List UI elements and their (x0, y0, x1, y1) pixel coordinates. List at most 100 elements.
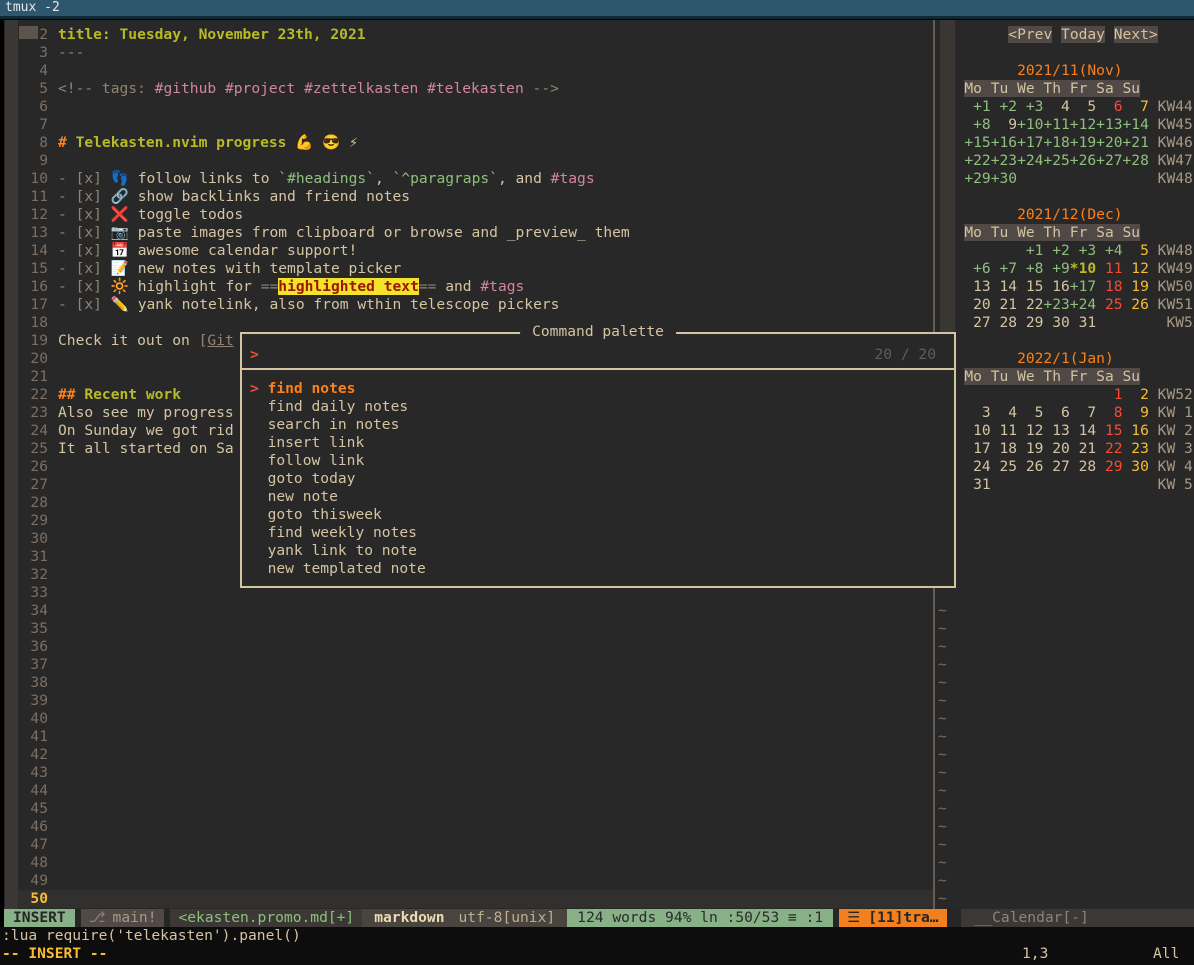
calendar-day[interactable]: 2 (1123, 386, 1149, 403)
calendar-day[interactable]: 20 (1043, 440, 1069, 457)
calendar-day[interactable]: 20 (964, 296, 990, 313)
calendar-day[interactable]: +2 (1043, 242, 1069, 259)
calendar-day[interactable]: 4 (991, 404, 1017, 421)
calendar-day[interactable]: +29 (964, 170, 990, 187)
calendar-day[interactable]: +15 (964, 134, 990, 151)
calendar-day[interactable]: 24 (964, 458, 990, 475)
calendar-day[interactable]: 16 (1043, 278, 1069, 295)
editor-line[interactable]: 6 (18, 98, 933, 116)
palette-item[interactable]: goto thisweek (250, 506, 954, 524)
calendar-day[interactable]: +21 (1123, 134, 1149, 151)
palette-item[interactable]: > find notes (250, 380, 954, 398)
editor-line[interactable]: 38 (18, 674, 933, 692)
calendar-day[interactable]: 4 (1043, 98, 1069, 115)
calendar-day[interactable]: +11 (1043, 116, 1069, 133)
calendar-day[interactable]: 25 (991, 458, 1017, 475)
palette-prompt-input[interactable]: > 20 / 20 (242, 334, 954, 370)
calendar-day[interactable]: +17 (1070, 278, 1096, 295)
editor-line[interactable]: 10- [x] 👣 follow links to `#headings`, `… (18, 170, 933, 188)
editor-line[interactable]: 4 (18, 62, 933, 80)
calendar-day[interactable]: 5 (1070, 98, 1096, 115)
palette-item[interactable]: goto today (250, 470, 954, 488)
calendar-day[interactable]: 26 (1017, 458, 1043, 475)
editor-line[interactable]: 34 (18, 602, 933, 620)
calendar-day[interactable]: +24 (1017, 152, 1043, 169)
calendar-day[interactable]: 14 (991, 278, 1017, 295)
calendar-day[interactable]: 31 (964, 476, 990, 493)
palette-item[interactable]: yank link to note (250, 542, 954, 560)
calendar-day[interactable]: 22 (1017, 296, 1043, 313)
calendar-day[interactable]: 7 (1070, 404, 1096, 421)
calendar-day[interactable]: +28 (1123, 152, 1149, 169)
calendar-day[interactable]: 30 (1043, 314, 1069, 331)
calendar-day[interactable]: 19 (1017, 440, 1043, 457)
editor-line[interactable]: 43 (18, 764, 933, 782)
calendar-day[interactable]: +10 (1017, 116, 1043, 133)
filename-segment[interactable]: <ekasten.promo.md[+] (170, 909, 362, 927)
calendar-day[interactable]: 29 (1096, 458, 1122, 475)
calendar-day[interactable]: 27 (1043, 458, 1069, 475)
github-link[interactable]: Git (207, 332, 233, 349)
calendar-day[interactable]: 17 (964, 440, 990, 457)
calendar-day[interactable]: +26 (1070, 152, 1096, 169)
calendar-day[interactable]: 22 (1096, 440, 1122, 457)
calendar-day[interactable]: +2 (991, 98, 1017, 115)
palette-item[interactable]: new note (250, 488, 954, 506)
calendar-day[interactable]: +3 (1070, 242, 1096, 259)
editor-line[interactable]: 12- [x] ❌ toggle todos (18, 206, 933, 224)
calendar-day[interactable]: 8 (1096, 404, 1122, 421)
calendar-day[interactable]: 12 (1123, 260, 1149, 277)
calendar-day[interactable]: 1 (1096, 386, 1122, 403)
editor-line[interactable]: 46 (18, 818, 933, 836)
calendar-day[interactable]: 15 (1096, 422, 1122, 439)
editor-line[interactable]: 39 (18, 692, 933, 710)
calendar-day[interactable]: +8 (1017, 260, 1043, 277)
palette-item[interactable]: follow link (250, 452, 954, 470)
editor-line[interactable]: 2title: Tuesday, November 23th, 2021 (18, 26, 933, 44)
editor-line[interactable]: 3--- (18, 44, 933, 62)
editor-line[interactable]: 41 (18, 728, 933, 746)
calendar-day[interactable]: 25 (1096, 296, 1122, 313)
palette-item[interactable]: find weekly notes (250, 524, 954, 542)
calendar-day[interactable]: +9 (1043, 260, 1069, 277)
calendar-day[interactable]: +24 (1070, 296, 1096, 313)
prev-button[interactable]: <Prev (1008, 26, 1052, 43)
calendar-day[interactable]: 27 (964, 314, 990, 331)
editor-line[interactable]: 9 (18, 152, 933, 170)
editor-line[interactable]: 7 (18, 116, 933, 134)
calendar-day[interactable]: 21 (991, 296, 1017, 313)
editor-line[interactable]: 50 (18, 890, 933, 908)
editor-line[interactable]: 5<!-- tags: #github #project #zettelkast… (18, 80, 933, 98)
calendar-day[interactable]: +23 (991, 152, 1017, 169)
calendar-day[interactable]: 29 (1017, 314, 1043, 331)
calendar-day[interactable]: 28 (991, 314, 1017, 331)
calendar-day[interactable]: 16 (1123, 422, 1149, 439)
calendar-day[interactable]: 9 (1123, 404, 1149, 421)
calendar-day[interactable]: +17 (1017, 134, 1043, 151)
calendar-day[interactable]: 5 (1017, 404, 1043, 421)
calendar-day[interactable]: 6 (1043, 404, 1069, 421)
calendar-day[interactable]: 11 (991, 422, 1017, 439)
git-branch-segment[interactable]: ⎇main! (81, 909, 165, 927)
calendar-day[interactable]: 18 (991, 440, 1017, 457)
editor-line[interactable]: 15- [x] 📝 new notes with template picker (18, 260, 933, 278)
editor-line[interactable]: 8# Telekasten.nvim progress 💪 😎 ⚡ (18, 134, 933, 152)
calendar-day[interactable]: +27 (1096, 152, 1122, 169)
editor-line[interactable]: 16- [x] 🔆 highlight for ==highlighted te… (18, 278, 933, 296)
calendar-day[interactable]: 15 (1017, 278, 1043, 295)
editor-line[interactable]: 36 (18, 638, 933, 656)
calendar-day[interactable]: +14 (1123, 116, 1149, 133)
next-button[interactable]: Next> (1114, 26, 1158, 43)
calendar-day[interactable]: 31 (1070, 314, 1096, 331)
calendar-day[interactable]: 13 (964, 278, 990, 295)
palette-item[interactable]: new templated note (250, 560, 954, 578)
calendar-day[interactable]: +16 (991, 134, 1017, 151)
palette-item[interactable]: search in notes (250, 416, 954, 434)
calendar-day[interactable]: +6 (964, 260, 990, 277)
calendar-day[interactable]: +7 (991, 260, 1017, 277)
calendar-day[interactable]: +30 (991, 170, 1017, 187)
editor-line[interactable]: 18 (18, 314, 933, 332)
calendar-day[interactable]: 10 (964, 422, 990, 439)
palette-item[interactable]: find daily notes (250, 398, 954, 416)
calendar-day[interactable]: 18 (1096, 278, 1122, 295)
